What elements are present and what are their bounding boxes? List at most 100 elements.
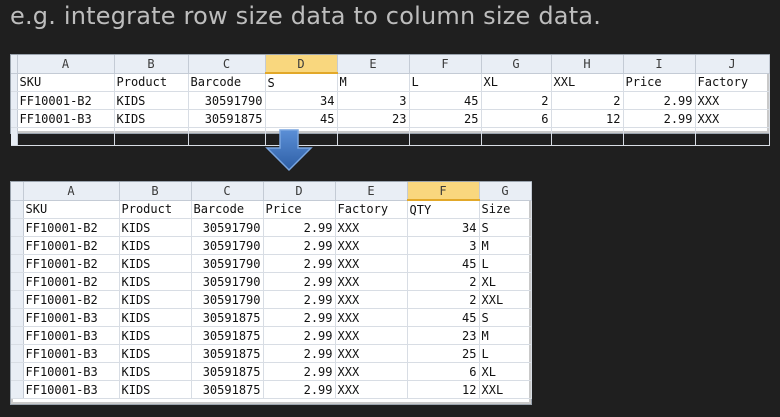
- cell[interactable]: SKU: [23, 200, 120, 219]
- cell[interactable]: 2.99: [263, 272, 336, 291]
- cell[interactable]: XXX: [695, 109, 770, 128]
- cell[interactable]: FF10001-B3: [23, 362, 120, 381]
- sheet2-col-header-e[interactable]: E: [335, 182, 408, 201]
- cell[interactable]: XXL: [479, 290, 532, 309]
- cell[interactable]: 23: [407, 326, 480, 345]
- cell[interactable]: 2: [407, 290, 480, 309]
- cell[interactable]: XL: [479, 272, 532, 291]
- cell[interactable]: Price: [263, 200, 336, 219]
- cell[interactable]: 6: [481, 109, 552, 128]
- cell[interactable]: KIDS: [119, 236, 192, 255]
- row-header[interactable]: [11, 200, 24, 219]
- cell[interactable]: KIDS: [119, 254, 192, 273]
- cell[interactable]: Factory: [335, 200, 408, 219]
- cell[interactable]: FF10001-B2: [23, 218, 120, 237]
- cell[interactable]: 12: [551, 109, 624, 128]
- cell[interactable]: 2.99: [263, 362, 336, 381]
- cell[interactable]: 2: [481, 91, 552, 110]
- sheet1-col-header-d[interactable]: D: [265, 55, 338, 74]
- cell[interactable]: FF10001-B2: [23, 254, 120, 273]
- cell[interactable]: KIDS: [119, 380, 192, 399]
- cell[interactable]: KIDS: [119, 308, 192, 327]
- cell[interactable]: 45: [407, 308, 480, 327]
- cell[interactable]: [623, 127, 696, 146]
- cell[interactable]: FF10001-B2: [23, 272, 120, 291]
- cell[interactable]: L: [479, 254, 532, 273]
- cell[interactable]: XXL: [551, 73, 624, 92]
- cell[interactable]: 2.99: [263, 254, 336, 273]
- row-header[interactable]: [11, 218, 24, 237]
- cell[interactable]: 34: [407, 218, 480, 237]
- sheet2-col-header-c[interactable]: C: [191, 182, 264, 201]
- sheet2-corner[interactable]: [11, 182, 24, 201]
- sheet2-col-header-b[interactable]: B: [119, 182, 192, 201]
- row-header[interactable]: [11, 290, 24, 309]
- row-header[interactable]: [11, 380, 24, 399]
- cell[interactable]: XXX: [335, 254, 408, 273]
- cell[interactable]: FF10001-B2: [23, 236, 120, 255]
- cell[interactable]: KIDS: [114, 91, 189, 110]
- cell[interactable]: XL: [481, 73, 552, 92]
- cell[interactable]: XXL: [479, 380, 532, 399]
- sheet1-col-header-j[interactable]: J: [695, 55, 770, 74]
- row-header[interactable]: [11, 254, 24, 273]
- cell[interactable]: 3: [407, 236, 480, 255]
- cell[interactable]: 30591790: [191, 254, 264, 273]
- cell[interactable]: XXX: [335, 380, 408, 399]
- sheet1-col-header-e[interactable]: E: [337, 55, 410, 74]
- cell[interactable]: [695, 127, 770, 146]
- cell[interactable]: 2.99: [263, 308, 336, 327]
- cell[interactable]: KIDS: [114, 109, 189, 128]
- cell[interactable]: 30591875: [191, 380, 264, 399]
- cell[interactable]: [114, 127, 189, 146]
- cell[interactable]: XXX: [335, 308, 408, 327]
- cell[interactable]: XXX: [695, 91, 770, 110]
- cell[interactable]: 30591875: [191, 344, 264, 363]
- cell[interactable]: S: [479, 308, 532, 327]
- cell[interactable]: XXX: [335, 344, 408, 363]
- cell[interactable]: KIDS: [119, 344, 192, 363]
- cell[interactable]: FF10001-B2: [23, 290, 120, 309]
- cell[interactable]: XXX: [335, 362, 408, 381]
- cell[interactable]: 30591790: [191, 236, 264, 255]
- cell[interactable]: FF10001-B3: [23, 308, 120, 327]
- cell[interactable]: XXX: [335, 218, 408, 237]
- cell[interactable]: 30591790: [191, 272, 264, 291]
- cell[interactable]: L: [479, 344, 532, 363]
- sheet2-col-header-f[interactable]: F: [407, 182, 480, 201]
- cell[interactable]: S: [479, 218, 532, 237]
- cell[interactable]: 2.99: [623, 91, 696, 110]
- row-header[interactable]: [11, 236, 24, 255]
- sheet1-col-header-b[interactable]: B: [114, 55, 189, 74]
- row-header[interactable]: [11, 344, 24, 363]
- cell[interactable]: Price: [623, 73, 696, 92]
- cell[interactable]: [188, 127, 266, 146]
- row-header[interactable]: [11, 362, 24, 381]
- cell[interactable]: 2.99: [263, 236, 336, 255]
- sheet1-col-header-a[interactable]: A: [17, 55, 115, 74]
- cell[interactable]: 30591875: [188, 109, 266, 128]
- cell[interactable]: 30591875: [191, 362, 264, 381]
- sheet1-col-header-h[interactable]: H: [551, 55, 624, 74]
- cell[interactable]: FF10001-B3: [23, 326, 120, 345]
- cell[interactable]: XXX: [335, 290, 408, 309]
- cell[interactable]: 2.99: [623, 109, 696, 128]
- cell[interactable]: 2.99: [263, 344, 336, 363]
- cell[interactable]: 2.99: [263, 218, 336, 237]
- cell[interactable]: [17, 127, 115, 146]
- cell[interactable]: 30591790: [191, 290, 264, 309]
- cell[interactable]: 30591790: [191, 218, 264, 237]
- cell[interactable]: M: [337, 73, 410, 92]
- cell[interactable]: 23: [337, 109, 410, 128]
- cell[interactable]: Barcode: [191, 200, 264, 219]
- row-header[interactable]: [11, 272, 24, 291]
- sheet1-col-header-c[interactable]: C: [188, 55, 266, 74]
- sheet1-col-header-g[interactable]: G: [481, 55, 552, 74]
- cell[interactable]: Product: [119, 200, 192, 219]
- cell[interactable]: 45: [265, 109, 338, 128]
- sheet1-col-header-f[interactable]: F: [409, 55, 482, 74]
- cell[interactable]: 30591790: [188, 91, 266, 110]
- sheet2-col-header-d[interactable]: D: [263, 182, 336, 201]
- cell[interactable]: Size: [479, 200, 532, 219]
- cell[interactable]: 3: [337, 91, 410, 110]
